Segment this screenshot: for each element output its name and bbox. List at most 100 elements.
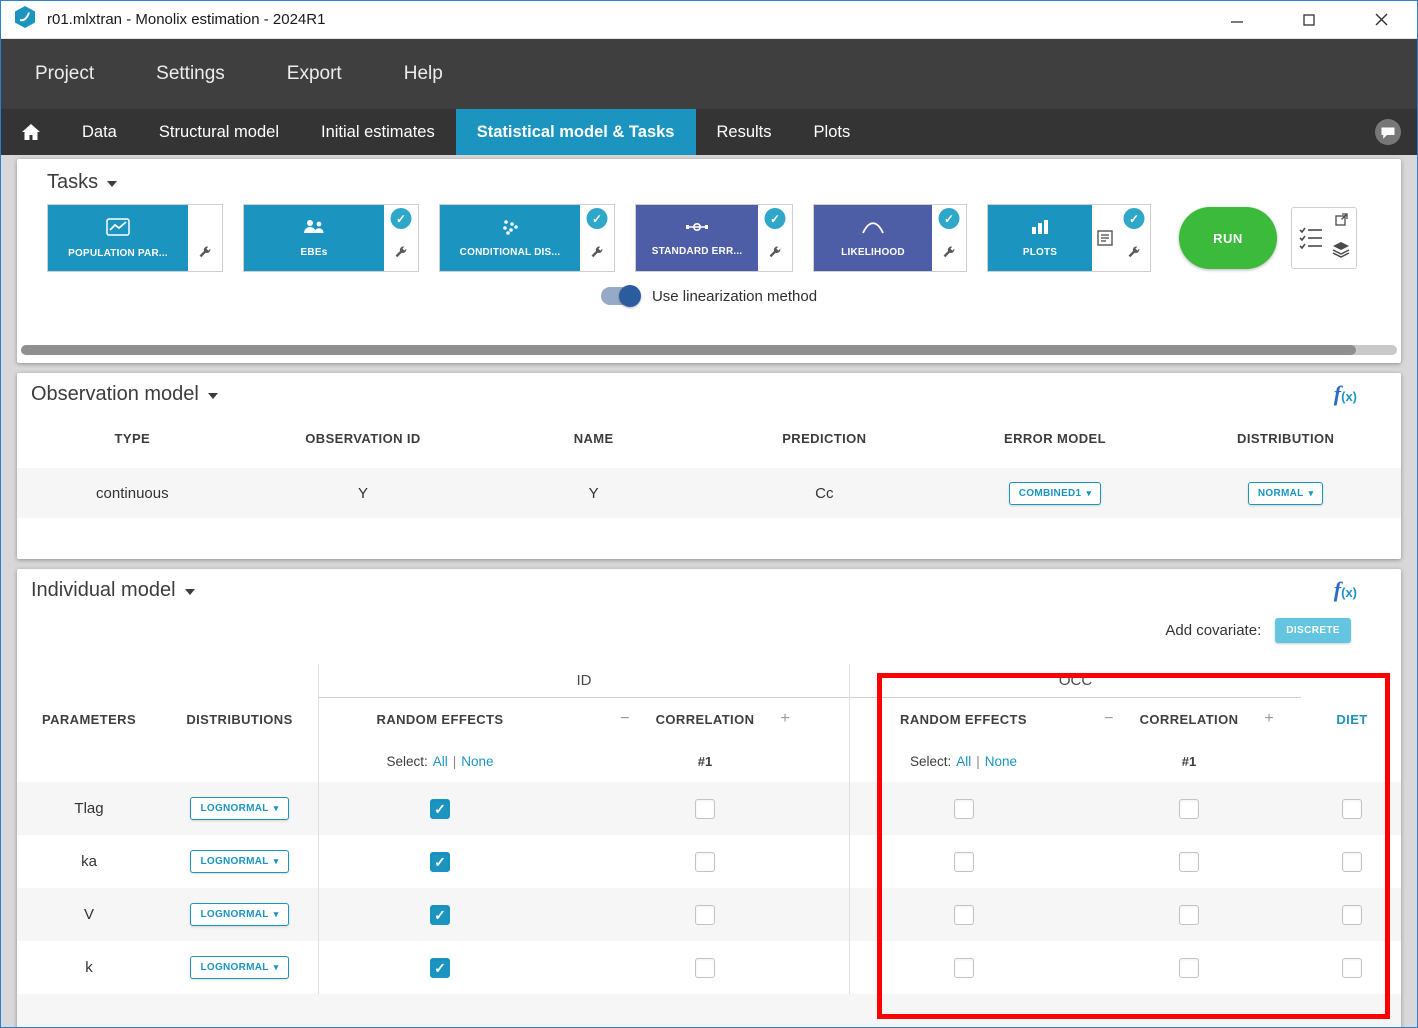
check-badge[interactable] [1124, 208, 1145, 229]
checkbox-occ-random-effect[interactable] [954, 852, 974, 872]
distribution-dropdown[interactable]: LOGNORMAL [190, 956, 288, 979]
table-row: V LOGNORMAL [17, 888, 1401, 941]
checkbox-occ-correlation[interactable] [1179, 958, 1199, 978]
popout-icon[interactable] [1335, 213, 1348, 231]
scenario-tools [1291, 207, 1357, 269]
standard-errors-button[interactable]: STANDARD ERR... [636, 205, 758, 271]
checkbox-diet[interactable] [1342, 958, 1362, 978]
close-button[interactable] [1371, 10, 1391, 30]
observation-model-heading-row: Observation model [17, 379, 1401, 408]
formula-fx-icon[interactable] [1334, 577, 1357, 603]
chat-icon[interactable] [1373, 109, 1403, 155]
formula-fx-icon[interactable] [1334, 381, 1357, 407]
observation-type: continuous [17, 485, 248, 502]
column-header-name: NAME [478, 431, 709, 446]
menubar: Project Settings Export Help [1, 39, 1417, 109]
ebes-button[interactable]: EBEs [244, 205, 384, 271]
column-header-observation-id: OBSERVATION ID [248, 431, 479, 446]
horizontal-scrollbar[interactable] [21, 345, 1397, 355]
wrench-icon[interactable] [768, 245, 783, 265]
menu-project[interactable]: Project [35, 63, 94, 85]
tab-plots[interactable]: Plots [793, 109, 872, 155]
select-label: Select: [910, 754, 951, 769]
home-button[interactable] [1, 109, 61, 155]
check-badge[interactable] [391, 208, 412, 229]
layers-icon[interactable] [1332, 241, 1350, 263]
scrollbar-thumb[interactable] [21, 345, 1356, 355]
main-content: Tasks POPULATION PAR... [1, 155, 1417, 1028]
check-badge[interactable] [939, 208, 960, 229]
distribution-dropdown[interactable]: LOGNORMAL [190, 850, 288, 873]
tasks-heading[interactable]: Tasks [31, 167, 1387, 196]
minimize-button[interactable] [1227, 10, 1247, 30]
remove-correlation-button[interactable]: − [620, 710, 629, 728]
checkbox-occ-random-effect[interactable] [954, 905, 974, 925]
checkbox-id-random-effect[interactable] [430, 905, 450, 925]
individual-model-heading[interactable]: Individual model [17, 575, 209, 604]
checkbox-occ-correlation[interactable] [1179, 852, 1199, 872]
tab-initial-estimates[interactable]: Initial estimates [300, 109, 456, 155]
tab-statistical-model-tasks[interactable]: Statistical model & Tasks [456, 109, 696, 155]
tasks-heading-label: Tasks [47, 171, 98, 194]
run-button[interactable]: RUN [1179, 207, 1277, 269]
plots-list-icon[interactable] [1092, 205, 1118, 271]
checkbox-id-random-effect[interactable] [430, 958, 450, 978]
wrench-icon[interactable] [590, 245, 605, 265]
observation-model-heading[interactable]: Observation model [17, 379, 232, 408]
check-badge[interactable] [765, 208, 786, 229]
error-model-dropdown[interactable]: COMBINED1 [1009, 482, 1102, 505]
checkbox-id-correlation[interactable] [695, 905, 715, 925]
distribution-dropdown[interactable]: NORMAL [1248, 482, 1324, 505]
select-none-link[interactable]: None [461, 754, 493, 769]
population-parameters-button[interactable]: POPULATION PAR... [48, 205, 188, 271]
wrench-icon[interactable] [394, 245, 409, 265]
task-side-panel [932, 205, 966, 271]
checkbox-id-random-effect[interactable] [430, 799, 450, 819]
task-ebes: EBEs [243, 204, 419, 272]
checkbox-occ-random-effect[interactable] [954, 958, 974, 978]
distribution-dropdown[interactable]: LOGNORMAL [190, 903, 288, 926]
checkbox-diet[interactable] [1342, 905, 1362, 925]
checkbox-diet[interactable] [1342, 852, 1362, 872]
remove-correlation-button[interactable]: − [1104, 710, 1113, 728]
add-correlation-button[interactable]: + [780, 710, 789, 728]
checkbox-occ-correlation[interactable] [1179, 799, 1199, 819]
checkbox-id-correlation[interactable] [695, 852, 715, 872]
add-correlation-button[interactable]: + [1264, 710, 1273, 728]
menu-export[interactable]: Export [287, 63, 342, 85]
checkbox-id-correlation[interactable] [695, 799, 715, 819]
select-all-link[interactable]: All [433, 754, 448, 769]
distribution-dropdown[interactable]: LOGNORMAL [190, 797, 288, 820]
checkbox-diet[interactable] [1342, 799, 1362, 819]
table-row: k LOGNORMAL [17, 941, 1401, 994]
add-discrete-covariate-button[interactable]: DISCRETE [1275, 618, 1351, 643]
checkbox-occ-random-effect[interactable] [954, 799, 974, 819]
task-label: STANDARD ERR... [652, 246, 743, 257]
task-label: LIKELIHOOD [841, 247, 905, 258]
tab-structural-model[interactable]: Structural model [138, 109, 300, 155]
menu-help[interactable]: Help [404, 63, 443, 85]
toggle-knob [619, 285, 641, 307]
tab-data[interactable]: Data [61, 109, 138, 155]
individual-model-heading-row: Individual model [17, 575, 1401, 604]
check-badge[interactable] [587, 208, 608, 229]
select-none-link[interactable]: None [985, 754, 1017, 769]
wrench-icon[interactable] [1127, 245, 1142, 265]
likelihood-button[interactable]: LIKELIHOOD [814, 205, 932, 271]
population-parameters-icon [106, 218, 130, 241]
checkbox-id-random-effect[interactable] [430, 852, 450, 872]
checkbox-id-correlation[interactable] [695, 958, 715, 978]
linearization-toggle[interactable] [601, 287, 639, 305]
plots-button[interactable]: PLOTS [988, 205, 1092, 271]
individual-model-panel: Individual model Add covariate: DISCRETE… [17, 569, 1401, 1028]
column-header-occ-correlation: − CORRELATION + [1077, 698, 1301, 740]
conditional-distribution-button[interactable]: CONDITIONAL DIS... [440, 205, 580, 271]
checklist-icon[interactable] [1298, 213, 1324, 263]
tab-results[interactable]: Results [696, 109, 793, 155]
wrench-icon[interactable] [942, 245, 957, 265]
maximize-button[interactable] [1299, 10, 1319, 30]
menu-settings[interactable]: Settings [156, 63, 225, 85]
checkbox-occ-correlation[interactable] [1179, 905, 1199, 925]
select-all-link[interactable]: All [956, 754, 971, 769]
wrench-icon[interactable] [198, 245, 213, 265]
